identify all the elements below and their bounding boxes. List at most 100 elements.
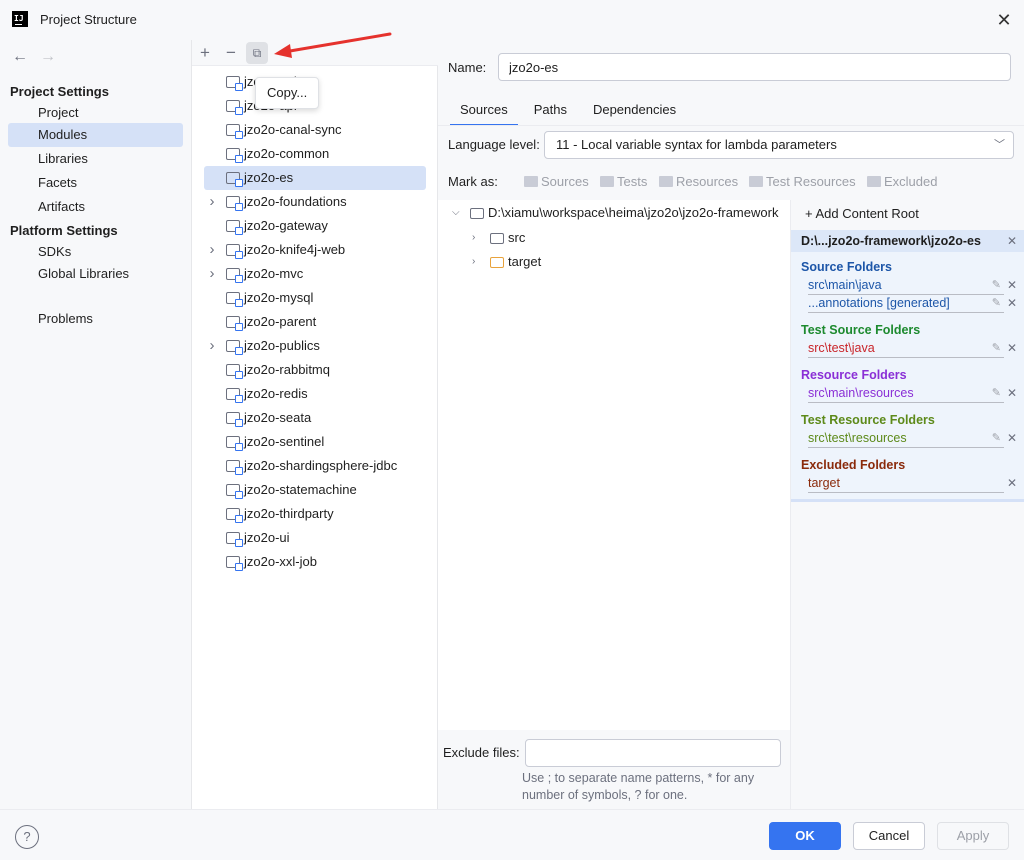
edit-icon[interactable]: ✎ [992, 431, 1001, 444]
module-row[interactable]: jzo2o-canal-sync [204, 118, 426, 142]
add-icon[interactable]: + [194, 42, 216, 64]
module-folder-icon [226, 196, 243, 211]
language-level-label: Language level: [448, 137, 540, 152]
exclude-files-input[interactable] [525, 739, 781, 767]
mark-as-label: Mark as: [448, 174, 498, 189]
chevron-right-icon[interactable]: › [206, 262, 218, 286]
module-label: jzo2o-xxl-job [244, 554, 317, 569]
ok-button[interactable]: OK [769, 822, 841, 850]
edit-icon[interactable]: ✎ [992, 341, 1001, 354]
close-icon[interactable]: ✕ [994, 10, 1014, 30]
module-row[interactable]: › jzo2o-foundations [204, 190, 426, 214]
mark-sources-button[interactable]: Sources [524, 174, 589, 189]
edit-icon[interactable]: ✎ [992, 278, 1001, 291]
help-icon[interactable]: ? [15, 825, 39, 849]
module-row[interactable]: jzo2o-shardingsphere-jdbc [204, 454, 426, 478]
mark-test-resources-button[interactable]: Test Resources [749, 174, 856, 189]
close-icon[interactable]: ✕ [1007, 296, 1017, 310]
nav-item-sdks[interactable]: SDKs [8, 240, 183, 264]
module-row[interactable]: jzo2o-gateway [204, 214, 426, 238]
excluded-folders-header: Excluded Folders [801, 458, 906, 472]
tab-sources[interactable]: Sources [450, 98, 518, 126]
close-icon[interactable]: ✕ [1007, 431, 1017, 445]
module-row[interactable]: jzo2o-mysql [204, 286, 426, 310]
module-row[interactable]: › jzo2o-mvc [204, 262, 426, 286]
intellij-logo-icon: IJ [12, 11, 28, 27]
remove-icon[interactable]: − [220, 42, 242, 64]
module-label: jzo2o-gateway [244, 218, 328, 233]
module-row[interactable]: jzo2o-ui [204, 526, 426, 550]
close-icon[interactable]: ✕ [1007, 278, 1017, 292]
module-folder-icon [226, 340, 243, 355]
edit-icon[interactable]: ✎ [992, 386, 1001, 399]
forward-arrow-icon[interactable]: → [40, 48, 56, 66]
add-content-root-button[interactable]: + Add Content Root [805, 206, 919, 221]
mark-test-resources-label: Test Resources [766, 174, 856, 189]
add-icon: + [805, 206, 816, 221]
language-level-select[interactable]: 11 - Local variable syntax for lambda pa… [544, 131, 1014, 159]
module-row[interactable]: › jzo2o-publics [204, 334, 426, 358]
test-source-folders-header: Test Source Folders [801, 323, 921, 337]
module-row[interactable]: jzo2o-common [204, 142, 426, 166]
folder-icon [490, 232, 504, 244]
chevron-right-icon[interactable]: › [472, 227, 486, 249]
content-root-title-text: D:\...jzo2o-framework\jzo2o-es [801, 234, 981, 248]
chevron-right-icon[interactable]: › [206, 238, 218, 262]
module-folder-icon [226, 484, 243, 499]
module-folder-icon [226, 268, 243, 283]
nav-item-project[interactable]: Project [8, 101, 183, 125]
window-title: Project Structure [40, 12, 137, 27]
nav-item-libraries[interactable]: Libraries [8, 147, 183, 171]
nav-item-global-libraries[interactable]: Global Libraries [8, 262, 183, 286]
tab-dependencies[interactable]: Dependencies [583, 98, 686, 126]
module-row[interactable]: jzo2o-rabbitmq [204, 358, 426, 382]
tree-row-target[interactable]: › target [472, 251, 541, 273]
module-row[interactable]: jzo2o-seata [204, 406, 426, 430]
mark-excluded-button[interactable]: Excluded [867, 174, 937, 189]
mark-resources-button[interactable]: Resources [659, 174, 738, 189]
nav-item-facets[interactable]: Facets [8, 171, 183, 195]
module-label: jzo2o-statemachine [244, 482, 357, 497]
module-label: jzo2o-es [244, 170, 294, 185]
close-icon[interactable]: ✕ [1007, 230, 1017, 252]
tab-paths[interactable]: Paths [524, 98, 577, 126]
module-row[interactable]: jzo2o-xxl-job [204, 550, 426, 574]
module-folder-icon [226, 412, 243, 427]
module-row[interactable]: jzo2o-parent [204, 310, 426, 334]
nav-item-problems[interactable]: Problems [8, 307, 183, 331]
module-folder-icon [226, 388, 243, 403]
module-label: jzo2o-canal-sync [244, 122, 342, 137]
copy-icon[interactable]: ⧉ [246, 42, 268, 64]
module-row[interactable]: jzo2o-sentinel [204, 430, 426, 454]
close-icon[interactable]: ✕ [1007, 386, 1017, 400]
close-icon[interactable]: ✕ [1007, 476, 1017, 490]
mark-tests-button[interactable]: Tests [600, 174, 647, 189]
source-folder-entry: src\main\java [808, 278, 1004, 295]
back-arrow-icon[interactable]: ← [12, 48, 28, 66]
module-row[interactable]: jzo2o-es [204, 166, 426, 190]
test-resource-folders-header: Test Resource Folders [801, 413, 935, 427]
module-row[interactable]: jzo2o-redis [204, 382, 426, 406]
chevron-right-icon[interactable]: › [206, 190, 218, 214]
tree-row-src[interactable]: › src [472, 227, 525, 249]
nav-item-modules[interactable]: Modules [8, 123, 183, 147]
copy-tooltip: Copy... [255, 77, 319, 109]
tree-row-content-root[interactable]: ⌵ D:\xiamu\workspace\heima\jzo2o\jzo2o-f… [452, 202, 778, 224]
content-root-title: D:\...jzo2o-framework\jzo2o-es ✕ [791, 230, 1024, 252]
module-row[interactable]: jzo2o-thirdparty [204, 502, 426, 526]
detail-tabs: Sources Paths Dependencies [450, 98, 692, 126]
module-row[interactable]: jzo2o-statemachine [204, 478, 426, 502]
name-input[interactable] [498, 53, 1011, 81]
close-icon[interactable]: ✕ [1007, 341, 1017, 355]
add-content-root-label: Add Content Root [815, 206, 919, 221]
chevron-right-icon[interactable]: › [206, 334, 218, 358]
mark-resources-label: Resources [676, 174, 739, 189]
chevron-down-icon[interactable]: ⌵ [452, 202, 466, 224]
cancel-button[interactable]: Cancel [853, 822, 925, 850]
module-row[interactable]: › jzo2o-knife4j-web [204, 238, 426, 262]
section-project-settings: Project Settings [10, 84, 109, 99]
chevron-right-icon[interactable]: › [472, 251, 486, 273]
apply-button[interactable]: Apply [937, 822, 1009, 850]
edit-icon[interactable]: ✎ [992, 296, 1001, 309]
nav-item-artifacts[interactable]: Artifacts [8, 195, 183, 219]
